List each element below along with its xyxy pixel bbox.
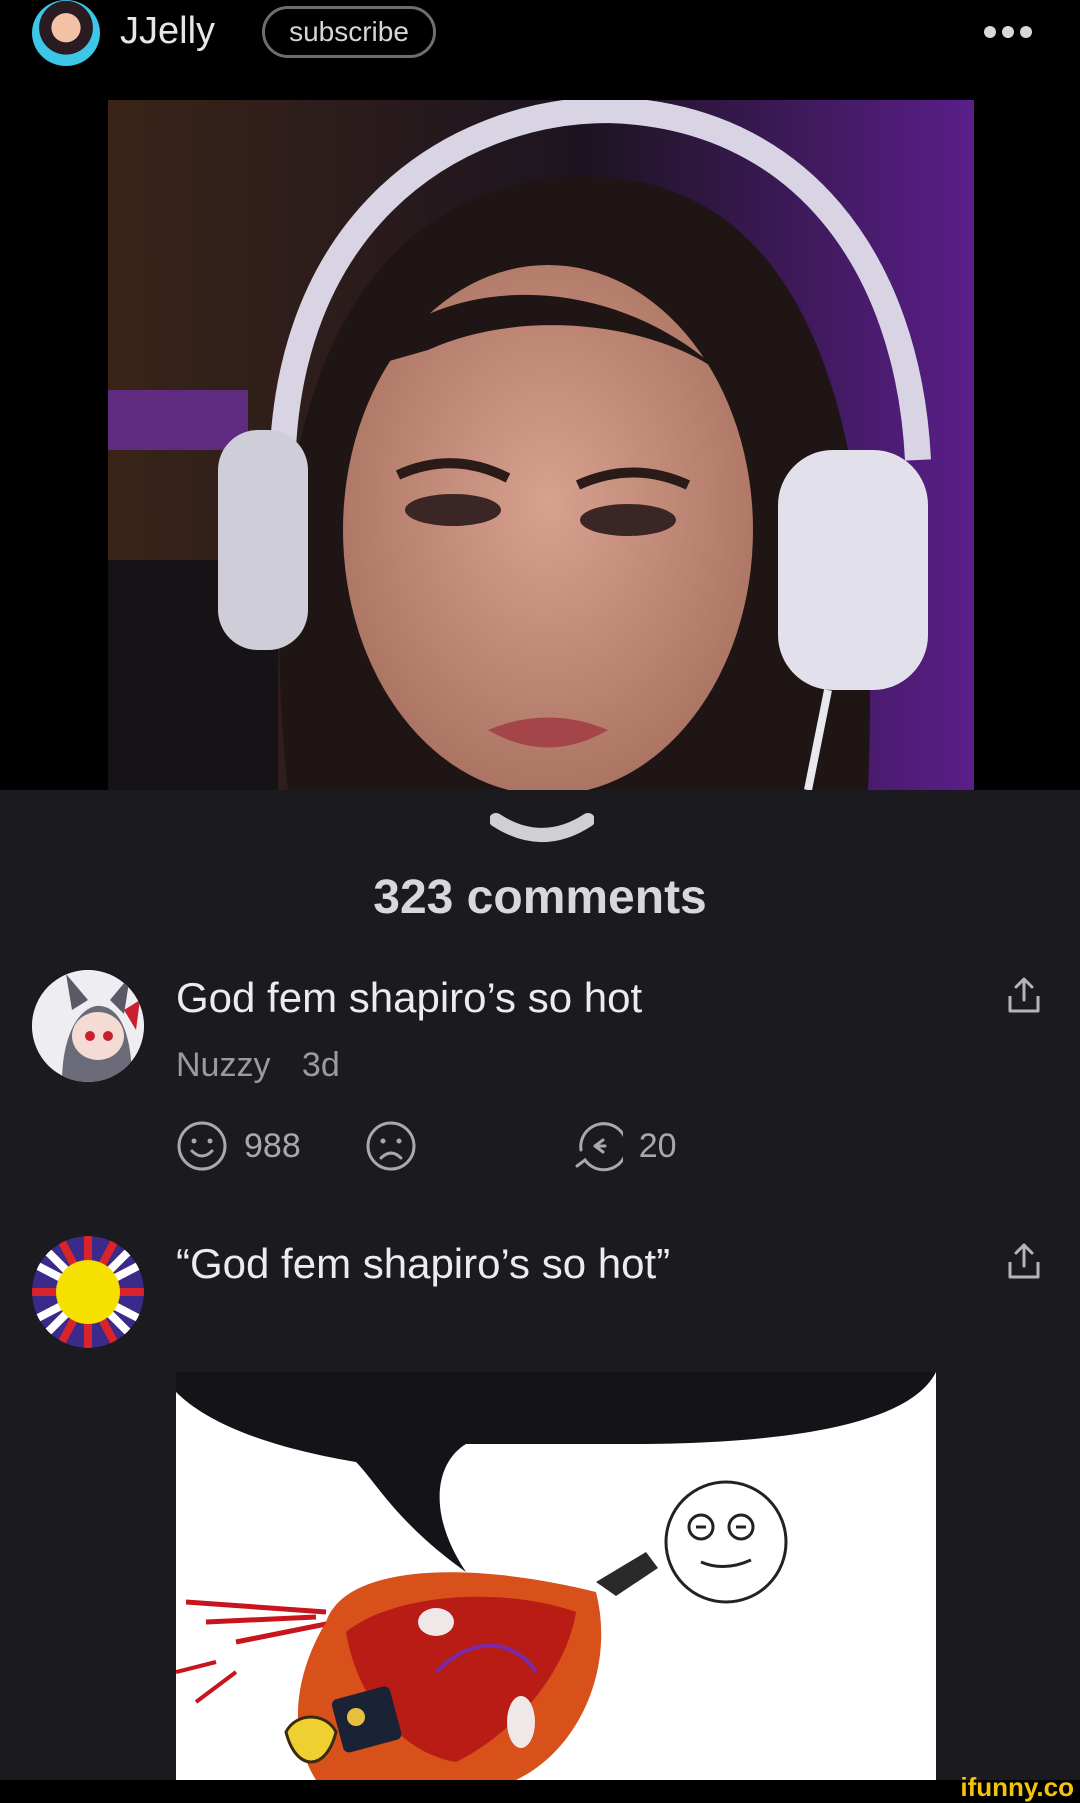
- share-icon[interactable]: [1004, 1242, 1044, 1282]
- smile-icon[interactable]: [176, 1120, 228, 1172]
- commenter-avatar[interactable]: [32, 1236, 144, 1348]
- more-options-icon[interactable]: [980, 18, 1036, 46]
- unsmile-icon[interactable]: [365, 1120, 417, 1172]
- comment-age: 3d: [301, 1046, 340, 1084]
- share-icon[interactable]: [1004, 976, 1044, 1016]
- author-avatar[interactable]: [32, 0, 100, 66]
- reply-count[interactable]: 20: [639, 1127, 677, 1166]
- subscribe-button[interactable]: subscribe: [262, 6, 436, 58]
- reply-icon[interactable]: [571, 1120, 623, 1172]
- author-username[interactable]: JJelly: [120, 10, 215, 53]
- ifunny-watermark: ifunny.co: [960, 1772, 1074, 1802]
- comment-text: God fem shapiro’s so hot: [176, 974, 643, 1021]
- post-image[interactable]: [108, 100, 974, 790]
- comment-author[interactable]: Nuzzy: [176, 1046, 270, 1084]
- bottom-bar: [0, 1780, 1080, 1801]
- smile-count: 988: [244, 1126, 301, 1165]
- comment-image[interactable]: [176, 1372, 936, 1780]
- comment-text: “God fem shapiro’s so hot”: [176, 1240, 671, 1287]
- comment-reactions: 988 20: [176, 1118, 677, 1174]
- commenter-avatar[interactable]: [32, 970, 144, 1082]
- comments-count: 323 comments: [373, 871, 707, 924]
- chevron-down-icon[interactable]: [490, 810, 594, 850]
